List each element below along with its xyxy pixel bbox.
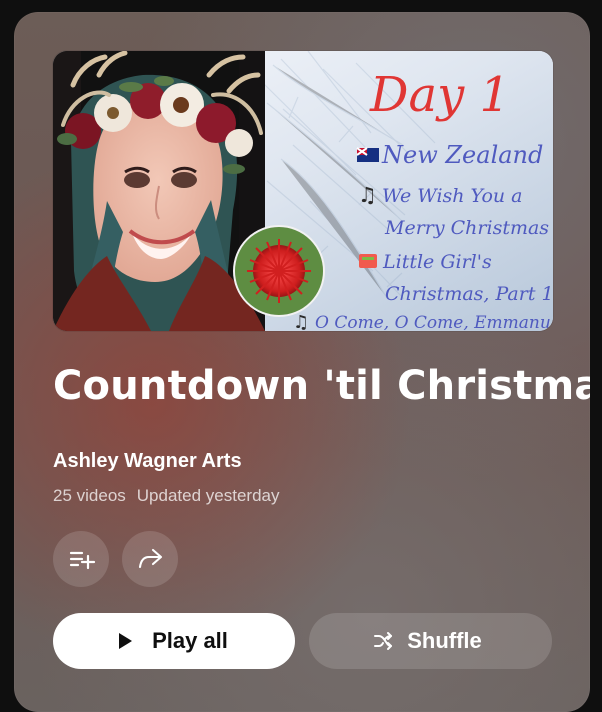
video-count: 25 videos bbox=[53, 486, 126, 505]
svg-text:♫: ♫ bbox=[293, 312, 309, 331]
playlist-meta: 25 videos Updated yesterday bbox=[53, 484, 279, 508]
thumbnail-line-song-1a: We Wish You a bbox=[382, 185, 523, 207]
thumbnail-line-song-1b: Merry Christmas bbox=[384, 217, 549, 239]
channel-name-link[interactable]: Ashley Wagner Arts bbox=[53, 449, 242, 473]
play-icon bbox=[112, 629, 136, 653]
thumbnail-day-title: Day 1 bbox=[369, 67, 510, 123]
updated-text: Updated yesterday bbox=[136, 486, 280, 505]
svg-text:♫: ♫ bbox=[358, 183, 377, 207]
shuffle-button[interactable]: Shuffle bbox=[309, 613, 552, 669]
shuffle-icon bbox=[371, 629, 395, 653]
play-all-button[interactable]: Play all bbox=[53, 613, 295, 669]
thumbnail-line-song-2a: Little Girl's bbox=[382, 251, 492, 273]
playlist-header-card: Day 1 New Zealand ♫ We Wish You a Merry … bbox=[14, 12, 590, 712]
play-all-label: Play all bbox=[152, 628, 228, 653]
playlist-title: Countdown 'til Christmas bbox=[53, 363, 590, 409]
thumbnail-line-song-3: O Come, O Come, Emmanuel bbox=[315, 313, 553, 331]
save-to-playlist-button[interactable] bbox=[53, 531, 109, 587]
playlist-secondary-actions bbox=[53, 531, 178, 587]
share-button[interactable] bbox=[122, 531, 178, 587]
thumbnail-line-song-2b: Christmas, Part 1 bbox=[385, 283, 553, 305]
playlist-add-icon bbox=[66, 544, 96, 574]
shuffle-label: Shuffle bbox=[407, 628, 482, 653]
thumbnail-artwork: Day 1 New Zealand ♫ We Wish You a Merry … bbox=[53, 51, 553, 331]
thumbnail-line-new-zealand: New Zealand bbox=[381, 141, 543, 169]
playlist-thumbnail[interactable]: Day 1 New Zealand ♫ We Wish You a Merry … bbox=[53, 51, 553, 331]
share-icon bbox=[135, 544, 165, 574]
